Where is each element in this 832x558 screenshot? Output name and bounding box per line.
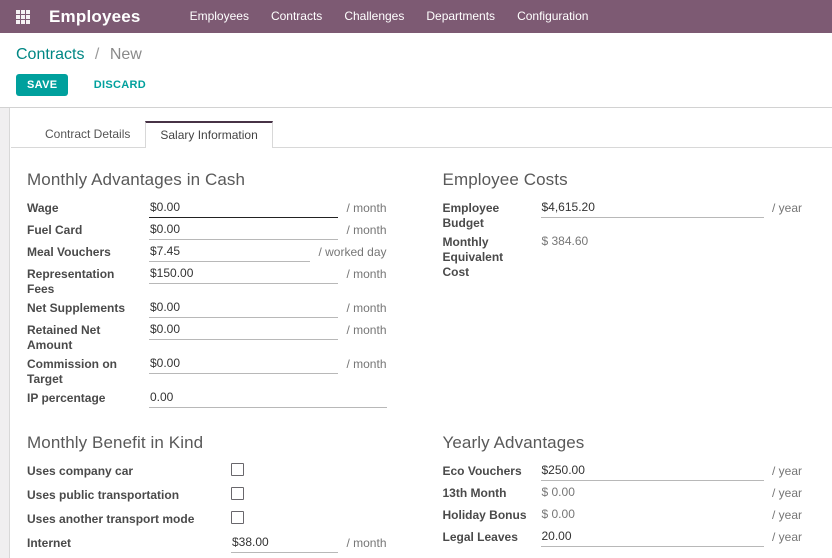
field-suffix: / worked day <box>318 245 387 259</box>
breadcrumb-link-contracts[interactable]: Contracts <box>16 46 84 63</box>
monthly-equivalent-cost-value: $ 384.60 <box>541 234 589 248</box>
section-title: Yearly Advantages <box>442 433 585 452</box>
form-view: Contract Details Salary Information Mont… <box>0 108 832 558</box>
field-label: Representation Fees <box>27 267 115 296</box>
breadcrumb-current: New <box>109 46 142 63</box>
field-suffix: / month <box>346 536 387 550</box>
holiday-bonus-value: $ 0.00 <box>541 507 575 521</box>
ip-percentage-input[interactable]: 0.00 <box>149 389 387 408</box>
thirteenth-month-value: $ 0.00 <box>541 485 575 499</box>
field-suffix: / year <box>771 464 802 478</box>
employee-budget-input[interactable]: $4,615.20 <box>540 199 764 218</box>
field-label: Eco Vouchers <box>442 464 522 478</box>
section-title: Employee Costs <box>442 170 568 189</box>
field-label: Fuel Card <box>27 223 83 237</box>
section-employee-costs: Employee Costs Employee Budget $4,615.20… <box>443 170 803 282</box>
field-label: Wage <box>27 201 59 215</box>
internet-input[interactable]: $38.00 <box>231 534 339 553</box>
field-row-holiday-bonus: Holiday Bonus $ 0.00 / year <box>443 506 803 526</box>
field-label: Legal Leaves <box>442 530 518 544</box>
field-row-net-supplements: Net Supplements $0.00 / month <box>27 299 387 319</box>
salary-information-panel: Monthly Advantages in Cash Wage $0.00 / … <box>11 148 832 558</box>
menu-item-configuration[interactable]: Configuration <box>506 0 599 33</box>
field-suffix: / month <box>346 223 387 237</box>
sheet-left-gutter <box>0 108 10 558</box>
form-sheet: Contract Details Salary Information Mont… <box>11 108 832 558</box>
field-row-meal-vouchers: Meal Vouchers $7.45 / worked day <box>27 243 387 263</box>
field-suffix: / year <box>771 486 802 500</box>
field-label: Employee Budget <box>442 201 500 230</box>
field-suffix: / month <box>346 201 387 215</box>
top-menu: Employees Contracts Challenges Departmen… <box>179 0 600 33</box>
tab-salary-information[interactable]: Salary Information <box>145 121 273 148</box>
field-label: Monthly Equivalent Cost <box>442 235 504 279</box>
field-label: Commission on Target <box>27 357 118 386</box>
field-label: Internet <box>27 536 72 550</box>
section-title: Monthly Benefit in Kind <box>27 433 204 452</box>
tab-contract-details[interactable]: Contract Details <box>30 120 145 147</box>
breadcrumb-separator: / <box>94 46 100 63</box>
tab-bar: Contract Details Salary Information <box>11 108 832 148</box>
field-suffix: / year <box>771 530 802 544</box>
field-row-wage: Wage $0.00 / month <box>27 199 387 219</box>
menu-item-employees[interactable]: Employees <box>179 0 260 33</box>
fuel-card-input[interactable]: $0.00 <box>149 221 339 240</box>
save-button[interactable]: SAVE <box>16 74 69 96</box>
menu-item-departments[interactable]: Departments <box>415 0 506 33</box>
section-title: Monthly Advantages in Cash <box>27 170 246 189</box>
menu-item-contracts[interactable]: Contracts <box>260 0 333 33</box>
discard-button[interactable]: DISCARD <box>88 74 152 96</box>
field-row-employee-budget: Employee Budget $4,615.20 / year <box>443 199 803 231</box>
field-suffix: / month <box>346 301 387 315</box>
app-name[interactable]: Employees <box>49 7 141 27</box>
retained-net-amount-input[interactable]: $0.00 <box>149 321 339 340</box>
field-suffix: / month <box>346 267 387 281</box>
uses-public-transportation-checkbox[interactable] <box>231 487 244 500</box>
menu-item-challenges[interactable]: Challenges <box>333 0 415 33</box>
field-label: 13th Month <box>442 486 507 500</box>
net-supplements-input[interactable]: $0.00 <box>149 299 339 318</box>
field-row-uses-company-car: Uses company car <box>27 462 387 484</box>
field-row-commission-on-target: Commission on Target $0.00 / month <box>27 355 387 387</box>
wage-input[interactable]: $0.00 <box>149 199 339 218</box>
field-row-internet: Internet $38.00 / month <box>27 534 387 554</box>
field-row-uses-public-transportation: Uses public transportation <box>27 486 387 508</box>
field-row-eco-vouchers: Eco Vouchers $250.00 / year <box>442 462 802 482</box>
eco-vouchers-input[interactable]: $250.00 <box>540 462 764 481</box>
uses-another-transport-mode-checkbox[interactable] <box>231 511 244 524</box>
field-row-representation-fees: Representation Fees $150.00 / month <box>27 265 387 297</box>
field-label: Uses company car <box>27 464 134 478</box>
representation-fees-input[interactable]: $150.00 <box>149 265 339 284</box>
field-label: Meal Vouchers <box>27 245 111 259</box>
field-row-monthly-equivalent-cost: Monthly Equivalent Cost $ 384.60 <box>443 233 803 280</box>
breadcrumb: Contracts / New <box>0 33 832 65</box>
legal-leaves-input[interactable]: 20.00 <box>540 528 764 547</box>
field-row-ip-percentage: IP percentage 0.00 <box>27 389 387 409</box>
field-row-retained-net-amount: Retained Net Amount $0.00 / month <box>27 321 387 353</box>
action-buttons: SAVE DISCARD <box>0 65 832 108</box>
field-suffix: / month <box>346 357 387 371</box>
field-suffix: / year <box>771 508 802 522</box>
uses-company-car-checkbox[interactable] <box>231 463 244 476</box>
section-monthly-advantages-in-cash: Monthly Advantages in Cash Wage $0.00 / … <box>27 170 387 411</box>
field-row-fuel-card: Fuel Card $0.00 / month <box>27 221 387 241</box>
field-label: Retained Net Amount <box>27 323 101 352</box>
commission-on-target-input[interactable]: $0.00 <box>149 355 339 374</box>
top-navbar: Employees Employees Contracts Challenges… <box>0 0 832 33</box>
field-row-uses-another-transport-mode: Uses another transport mode <box>27 510 387 532</box>
meal-vouchers-input[interactable]: $7.45 <box>149 243 311 262</box>
section-monthly-benefit-in-kind: Monthly Benefit in Kind Uses company car… <box>27 433 387 558</box>
field-label: Holiday Bonus <box>442 508 527 522</box>
field-label: Uses public transportation <box>27 488 180 502</box>
field-label: Net Supplements <box>27 301 126 315</box>
field-suffix: / month <box>346 323 387 337</box>
apps-grid-icon[interactable] <box>16 9 30 24</box>
field-suffix: / year <box>771 201 802 215</box>
field-row-legal-leaves: Legal Leaves 20.00 / year <box>442 528 802 548</box>
section-yearly-advantages: Yearly Advantages Eco Vouchers $250.00 /… <box>442 433 803 550</box>
field-label: IP percentage <box>27 391 106 405</box>
field-row-13th-month: 13th Month $ 0.00 / year <box>443 484 803 504</box>
field-label: Uses another transport mode <box>27 512 195 526</box>
